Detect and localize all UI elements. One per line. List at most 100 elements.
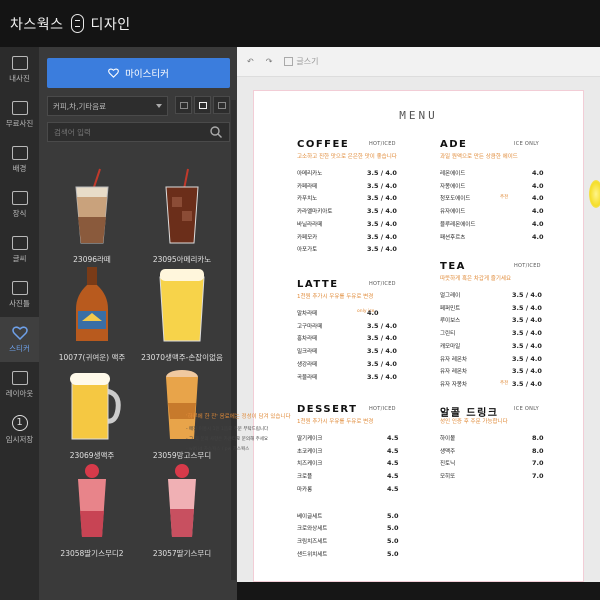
- menu-item-price: 4.0: [532, 169, 544, 177]
- menu-item-price: 3.5 / 4.0: [367, 181, 397, 190]
- menu-item-name: 그린티: [440, 331, 456, 338]
- menu-item-name: 유자에이드: [440, 209, 466, 216]
- sticker-heart-icon: [11, 325, 28, 340]
- sticker-panel: 마이스티커 커피,차,기타음료 23096라떼 23095아메리카노 10077…: [39, 47, 237, 600]
- canvas-toolbar: ↶ ↷ 글스기: [237, 47, 600, 77]
- large-grid-icon: [179, 101, 188, 109]
- view-large-button[interactable]: [175, 96, 192, 114]
- rail-item-decoration[interactable]: 장식: [0, 182, 39, 227]
- rail-item-my-photo[interactable]: 내사진: [0, 47, 39, 92]
- menu-item-name: 크림치즈세트: [297, 538, 328, 545]
- sticker-item[interactable]: 10077(귀여운) 맥주: [47, 265, 137, 370]
- menu-item: 유자 레몬차 3.5 / 4.0: [440, 355, 542, 363]
- app-title-bar: 차스웍스 디자인: [0, 0, 600, 47]
- menu-item-note: 추천: [500, 195, 509, 201]
- sticker-item[interactable]: 23069생맥주: [47, 363, 137, 468]
- menu-item-price: 3.5 / 4.0: [367, 347, 397, 356]
- menu-item: 그린티 3.5 / 4.0: [440, 329, 542, 338]
- menu-item-price: 3.5 / 4.0: [367, 245, 397, 254]
- strawberry-smoothie-icon: [78, 464, 106, 537]
- sticker-item[interactable]: 23095아메리카노: [137, 167, 227, 272]
- menu-item: 유자에이드 4.0: [440, 207, 544, 216]
- beer-bottle-icon: [76, 267, 108, 341]
- menu-item-name: 진토닉: [440, 461, 456, 468]
- rail-item-background[interactable]: 배경: [0, 137, 39, 182]
- menu-item-price: 4.5: [387, 459, 399, 468]
- rail-item-frame[interactable]: 사진틀: [0, 272, 39, 317]
- category-select[interactable]: 커피,차,기타음료: [47, 96, 168, 116]
- view-list-button[interactable]: [213, 96, 230, 114]
- rail-item-free-photo[interactable]: 무료사진: [0, 92, 39, 137]
- rail-item-text[interactable]: 글씨: [0, 227, 39, 272]
- menu-note: '하루에 한 잔' 음료에는 정성이 담겨 있습니다: [186, 414, 291, 420]
- menu-item-price: 4.0: [367, 309, 379, 317]
- menu-item: 샌드위치세트 5.0: [297, 550, 399, 558]
- menu-item-price: 7.0: [532, 472, 544, 481]
- menu-item-name: 말차라떼: [297, 311, 318, 317]
- menu-item: 밀크라떼 3.5 / 4.0: [297, 347, 397, 355]
- menu-item-name: 아메리카노: [297, 171, 323, 177]
- rail-item-temp-save[interactable]: 1 임시저장: [0, 407, 39, 452]
- menu-item: 루이보스 3.5 / 4.0: [440, 316, 542, 324]
- menu-item-price: 4.5: [387, 434, 399, 442]
- menu-item: 생강라떼 3.5 / 4.0: [297, 360, 397, 368]
- my-sticker-button[interactable]: 마이스티커: [47, 58, 230, 88]
- iced-americano-icon: [165, 168, 199, 244]
- section-subtitle: 1천원 추가시 우유를 두유로 변경: [297, 419, 374, 425]
- menu-item-name: 레몬에이드: [440, 171, 466, 177]
- menu-item-price: 3.5 / 4.0: [367, 207, 397, 216]
- sticker-item[interactable]: 23070생맥주-손잡이없음: [137, 265, 227, 370]
- rail-item-layout[interactable]: 레이아웃: [0, 362, 39, 407]
- panel-scrollbar[interactable]: [231, 100, 236, 580]
- menu-item: 바닐라라떼 3.5 / 4.0: [297, 220, 397, 228]
- menu-item-price: 7.0: [532, 459, 544, 468]
- text-box-button[interactable]: 글스기: [284, 56, 319, 67]
- menu-item-price: 3.5 / 4.0: [512, 367, 542, 376]
- view-grid-button[interactable]: [194, 96, 211, 114]
- menu-item-name: 페퍼민트: [440, 305, 461, 312]
- text-box-icon: [284, 57, 294, 66]
- menu-item-price: 8.0: [532, 434, 544, 442]
- chevron-down-icon: [156, 104, 162, 108]
- menu-item-name: 패션후르츠: [440, 234, 466, 241]
- menu-item-name: 치즈케이크: [297, 461, 323, 468]
- menu-item: 청포도에이드 추천 4.0: [440, 194, 544, 202]
- search-icon[interactable]: [209, 125, 223, 139]
- menu-item-name: 홍차라떼: [297, 336, 318, 343]
- grid-icon: [198, 101, 207, 109]
- menu-item-name: 아포가토: [297, 247, 318, 254]
- menu-item: 아포가토 3.5 / 4.0: [297, 245, 397, 254]
- menu-item-name: 자몽에이드: [440, 183, 466, 190]
- menu-item-name: 유자 레몬차: [440, 356, 468, 363]
- sticker-item[interactable]: 23058딸기스무디2: [47, 461, 137, 566]
- menu-item-price: 4.0: [532, 219, 544, 228]
- menu-item-price: 4.0: [532, 181, 544, 190]
- menu-item-name: 카페라떼: [297, 183, 318, 190]
- menu-item-price: 4.5: [387, 446, 399, 455]
- menu-design[interactable]: MENU COFFEE HOT/ICED 고소하고 진한 맛으로 은은한 맛이 좋습…: [253, 90, 584, 582]
- rail-item-sticker[interactable]: 스티커: [0, 317, 39, 362]
- menu-item: 말차라떼 only ice 4.0: [297, 309, 379, 317]
- menu-item: 하이볼 8.0: [440, 434, 544, 442]
- menu-item: 레몬에이드 4.0: [440, 169, 544, 177]
- menu-item-name: 카라멜마키아토: [297, 209, 333, 216]
- sticker-item[interactable]: 23096라떼: [47, 167, 137, 272]
- menu-item: 페퍼민트 3.5 / 4.0: [440, 304, 542, 312]
- redo-icon[interactable]: ↷: [266, 57, 273, 66]
- cursor-highlight: [589, 180, 600, 208]
- search-input[interactable]: [47, 122, 230, 142]
- menu-item-name: 얼그레이: [440, 293, 461, 299]
- menu-item: 크로와상세트 5.0: [297, 524, 399, 532]
- app-title-right: 디자인: [90, 16, 131, 33]
- section-subtitle: 고소하고 진한 맛으로 은은한 맛이 좋습니다: [297, 154, 397, 160]
- menu-item-price: 4.0: [532, 207, 544, 216]
- menu-item-name: 크로플: [297, 474, 313, 481]
- menu-item-price: 8.0: [532, 446, 544, 455]
- menu-item-name: 하이볼: [440, 436, 456, 442]
- undo-icon[interactable]: ↶: [247, 57, 254, 66]
- note-line: - 매장 이용시 1인 1음료 주문 부탁드립니다: [186, 427, 269, 432]
- app-logo-icon: [70, 14, 84, 33]
- sticker-item[interactable]: 23057딸기스무디: [137, 461, 227, 566]
- strawberry-smoothie-2-icon: [168, 464, 196, 537]
- menu-item-price: 3.5 / 4.0: [512, 291, 542, 299]
